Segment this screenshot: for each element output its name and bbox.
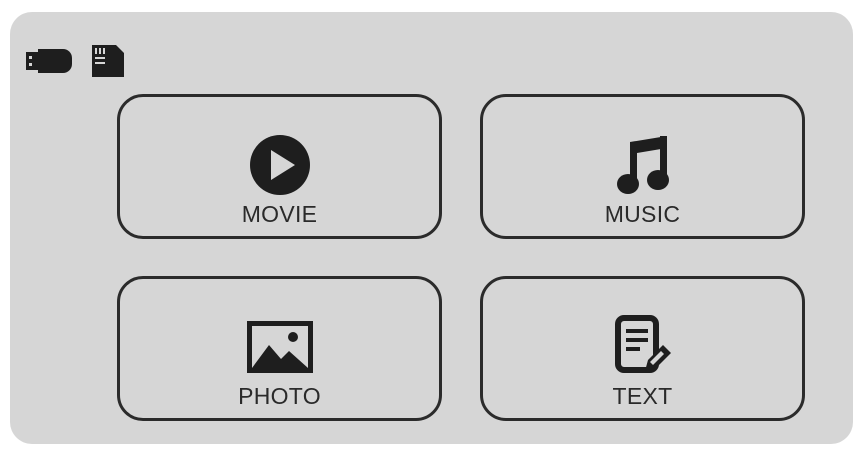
movie-tile[interactable]: MOVIE — [117, 94, 442, 239]
media-menu-screen: MOVIE MUSIC PHOTO TEXT — [10, 12, 853, 444]
photo-tile[interactable]: PHOTO — [117, 276, 442, 421]
music-tile[interactable]: MUSIC — [480, 94, 805, 239]
music-label: MUSIC — [604, 201, 681, 227]
text-label: TEXT — [612, 383, 673, 409]
photo-label: PHOTO — [238, 383, 321, 409]
storage-status-bar — [26, 45, 124, 82]
text-document-icon — [610, 314, 676, 380]
movie-label: MOVIE — [241, 201, 318, 227]
sd-card-icon — [92, 45, 124, 82]
play-circle-icon — [247, 132, 313, 198]
image-icon — [246, 314, 313, 380]
usb-drive-icon — [26, 49, 72, 78]
music-note-icon — [610, 132, 676, 198]
text-tile[interactable]: TEXT — [480, 276, 805, 421]
